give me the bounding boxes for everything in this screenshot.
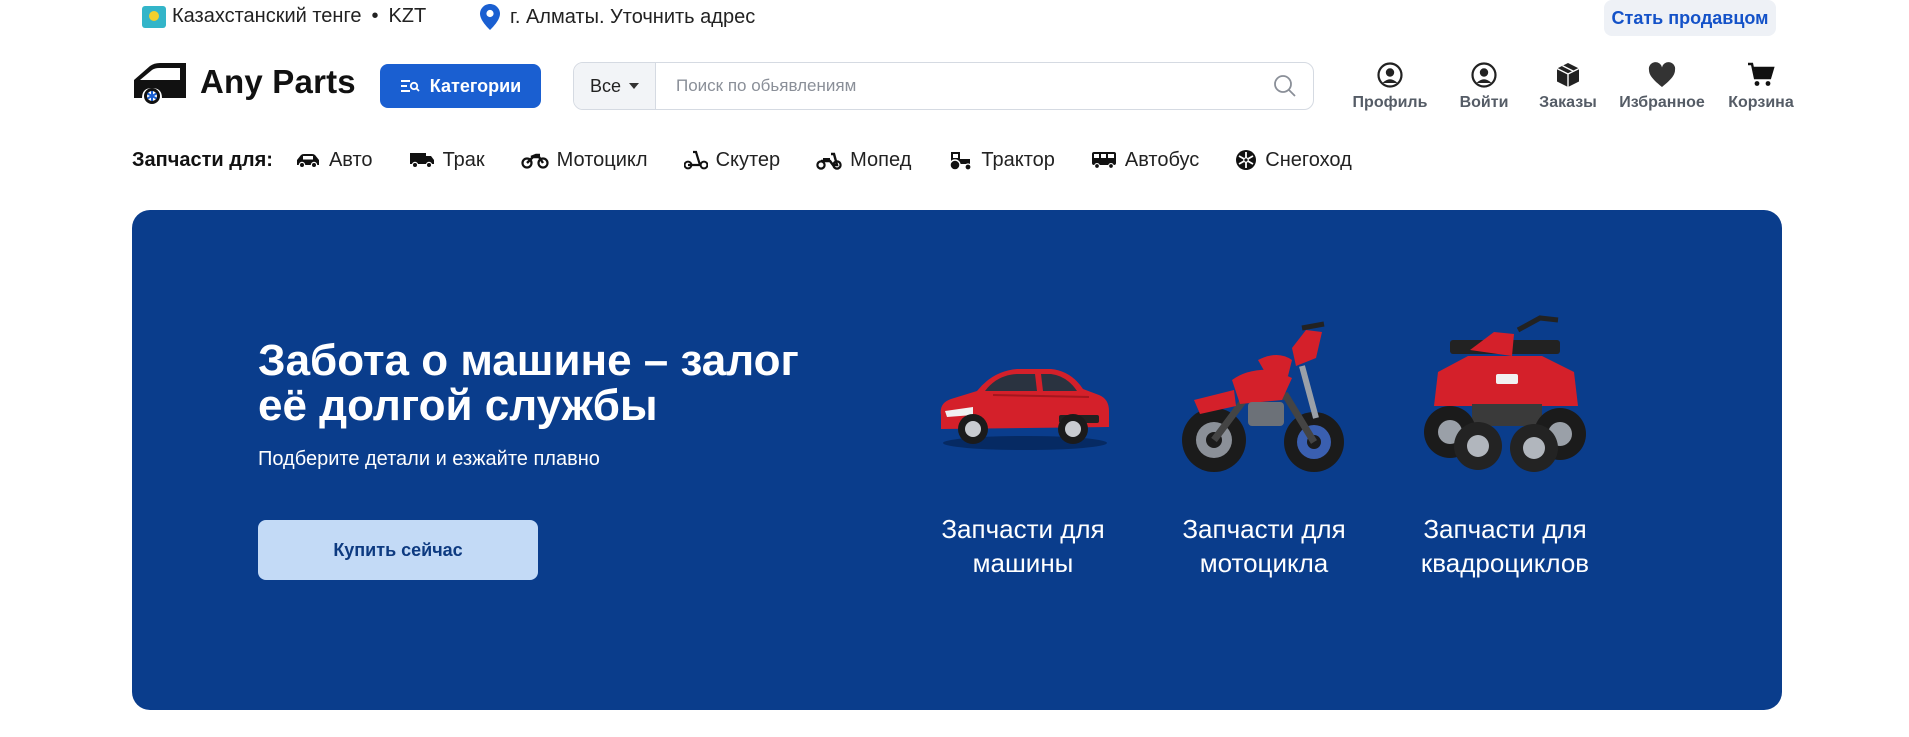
vehicle-label-motorcycle: Запчасти для мотоцикла bbox=[1182, 514, 1346, 578]
currency-selector[interactable]: Казахстанский тенге • KZT bbox=[142, 5, 426, 28]
parts-nav-item-label: Снегоход bbox=[1265, 148, 1352, 171]
parts-nav-item-moped[interactable]: Мопед bbox=[816, 149, 911, 172]
parts-nav-item-label: Мотоцикл bbox=[556, 148, 648, 171]
motorcycle-icon bbox=[521, 153, 549, 169]
location-pin-icon bbox=[480, 4, 500, 30]
profile-label: Профиль bbox=[1352, 94, 1428, 111]
cart-label: Корзина bbox=[1728, 94, 1794, 111]
hero-subtitle: Подберите детали и езжайте плавно bbox=[258, 448, 600, 470]
moped-icon bbox=[816, 152, 842, 170]
vehicle-label-atv: Запчасти для квадроциклов bbox=[1420, 514, 1590, 578]
parts-nav-item-label: Трак bbox=[442, 148, 485, 171]
cart-icon bbox=[1748, 62, 1775, 86]
vehicle-card-car[interactable]: Запчасти для машины bbox=[918, 300, 1128, 580]
red-atv-image bbox=[1400, 300, 1610, 500]
parts-nav-item-label: Мопед bbox=[850, 148, 912, 171]
orders-button[interactable]: Заказы bbox=[1528, 62, 1608, 112]
parts-nav-item-label: Авто bbox=[328, 148, 373, 171]
cart-button[interactable]: Корзина bbox=[1716, 62, 1806, 112]
red-car-image bbox=[918, 300, 1128, 500]
heart-icon bbox=[1648, 62, 1676, 87]
search-scope-label: Все bbox=[589, 75, 622, 96]
profile-icon bbox=[1377, 62, 1403, 88]
profile-button[interactable]: Профиль bbox=[1340, 62, 1440, 112]
search-bar: Все bbox=[573, 62, 1314, 110]
vehicle-label-car: Запчасти для машины bbox=[941, 514, 1105, 578]
orders-label: Заказы bbox=[1539, 94, 1597, 111]
red-motorcycle-image bbox=[1159, 300, 1369, 500]
parts-nav-item-label: Автобус bbox=[1124, 148, 1200, 171]
login-button[interactable]: Войти bbox=[1440, 62, 1528, 112]
scooter-icon bbox=[683, 150, 708, 170]
search-input[interactable] bbox=[656, 63, 1257, 109]
search-button[interactable] bbox=[1257, 74, 1313, 98]
currency-code: KZT bbox=[388, 5, 427, 27]
location-text: г. Алматы. Уточнить адрес bbox=[510, 5, 756, 28]
hero-title: Забота о машине – залог её долгой службы bbox=[258, 336, 799, 430]
topbar: Казахстанский тенге • KZT г. Алматы. Уто… bbox=[0, 0, 1909, 36]
parts-nav-label: Запчасти для: bbox=[132, 148, 273, 171]
parts-nav-item-bus[interactable]: Автобус bbox=[1091, 149, 1199, 172]
parts-nav-item-auto[interactable]: Авто bbox=[295, 149, 373, 172]
favorites-button[interactable]: Избранное bbox=[1608, 62, 1716, 112]
caret-down-icon bbox=[629, 83, 640, 89]
catalog-search-icon bbox=[400, 80, 420, 92]
login-label: Войти bbox=[1459, 94, 1509, 111]
categories-button[interactable]: Категории bbox=[380, 64, 541, 108]
kazakhstan-flag-icon bbox=[142, 5, 166, 28]
hero-banner: Забота о машине – залог её долгой службы… bbox=[132, 210, 1782, 710]
location-selector[interactable]: г. Алматы. Уточнить адрес bbox=[480, 4, 755, 30]
parts-nav-item-scooter[interactable]: Скутер bbox=[683, 148, 781, 172]
separator-dot: • bbox=[371, 5, 379, 27]
buy-now-button[interactable]: Купить сейчас bbox=[258, 520, 538, 580]
login-icon bbox=[1471, 62, 1497, 88]
tractor-icon bbox=[949, 152, 972, 171]
vehicle-card-motorcycle[interactable]: Запчасти для мотоцикла bbox=[1159, 300, 1369, 580]
categories-label: Категории bbox=[429, 75, 522, 96]
parts-nav-item-snowmobile[interactable]: Снегоход bbox=[1235, 149, 1352, 172]
header-actions: Профиль Войти Заказы Избранное Корзина bbox=[1340, 62, 1806, 112]
currency-name: Казахстанский тенге bbox=[172, 5, 362, 27]
parts-nav-item-tractor[interactable]: Трактор bbox=[947, 149, 1055, 172]
bus-icon bbox=[1091, 152, 1116, 169]
parts-nav-item-label: Трактор bbox=[981, 148, 1055, 171]
car-door-logo-icon bbox=[134, 63, 186, 104]
car-icon bbox=[296, 154, 319, 168]
parts-nav-item-motorcycle[interactable]: Мотоцикл bbox=[521, 149, 648, 172]
truck-icon bbox=[409, 153, 434, 169]
vehicle-card-atv[interactable]: Запчасти для квадроциклов bbox=[1400, 300, 1610, 580]
logo[interactable]: Any Parts bbox=[132, 60, 356, 104]
favorites-label: Избранное bbox=[1619, 94, 1705, 111]
orders-icon bbox=[1556, 63, 1580, 87]
search-icon bbox=[1274, 75, 1296, 97]
snowmobile-icon bbox=[1236, 150, 1257, 170]
parts-nav-item-label: Скутер bbox=[715, 148, 781, 171]
parts-nav-item-truck[interactable]: Трак bbox=[409, 149, 485, 172]
become-seller-button[interactable]: Стать продавцом bbox=[1604, 0, 1776, 36]
parts-nav: Запчасти для: Авто Трак Мотоцикл Скутер … bbox=[132, 148, 1388, 172]
search-scope-dropdown[interactable]: Все bbox=[574, 63, 656, 109]
logo-text: Any Parts bbox=[200, 63, 356, 100]
